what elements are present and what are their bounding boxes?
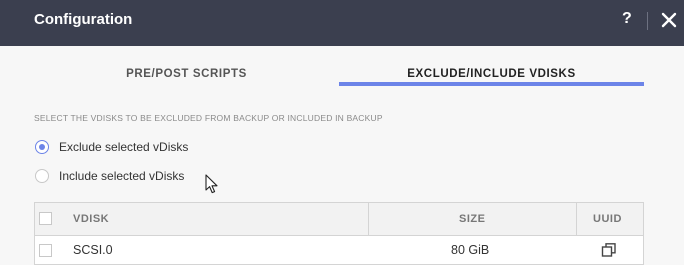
vdisk-table: VDISK SIZE UUID SCSI.0 80 GiB	[34, 202, 644, 265]
tab-exclude-include-vdisks[interactable]: EXCLUDE/INCLUDE VDISKS	[339, 68, 644, 80]
vdisk-name: SCSI.0	[73, 243, 113, 257]
title-bar-divider	[647, 12, 648, 30]
include-option[interactable]: Include selected vDisks	[35, 168, 184, 184]
title-bar: Configuration ?	[0, 0, 684, 46]
table-header: VDISK SIZE UUID	[35, 203, 643, 236]
exclude-option-label: Exclude selected vDisks	[59, 140, 189, 154]
mouse-pointer-icon	[205, 174, 219, 194]
instruction-text: SELECT THE VDISKS TO BE EXCLUDED FROM BA…	[34, 113, 383, 123]
active-tab-indicator	[339, 82, 644, 86]
column-header-uuid[interactable]: UUID	[593, 213, 622, 225]
close-icon[interactable]	[659, 9, 679, 31]
column-divider[interactable]	[576, 203, 577, 236]
column-divider[interactable]	[368, 203, 369, 236]
vdisk-size: 80 GiB	[451, 243, 490, 257]
window-title: Configuration	[34, 11, 133, 28]
exclude-option[interactable]: Exclude selected vDisks	[35, 139, 188, 155]
row-checkbox[interactable]	[39, 244, 52, 257]
copy-icon[interactable]	[601, 242, 617, 258]
column-header-size[interactable]: SIZE	[459, 213, 485, 225]
help-icon[interactable]: ?	[622, 10, 632, 28]
column-header-vdisk[interactable]: VDISK	[73, 213, 109, 225]
include-option-label: Include selected vDisks	[59, 169, 185, 183]
table-row[interactable]: SCSI.0 80 GiB	[35, 236, 643, 265]
include-radio[interactable]	[35, 169, 49, 183]
exclude-radio[interactable]	[35, 140, 49, 154]
select-all-checkbox[interactable]	[39, 212, 52, 225]
tab-pre-post-scripts[interactable]: PRE/POST SCRIPTS	[34, 68, 339, 80]
